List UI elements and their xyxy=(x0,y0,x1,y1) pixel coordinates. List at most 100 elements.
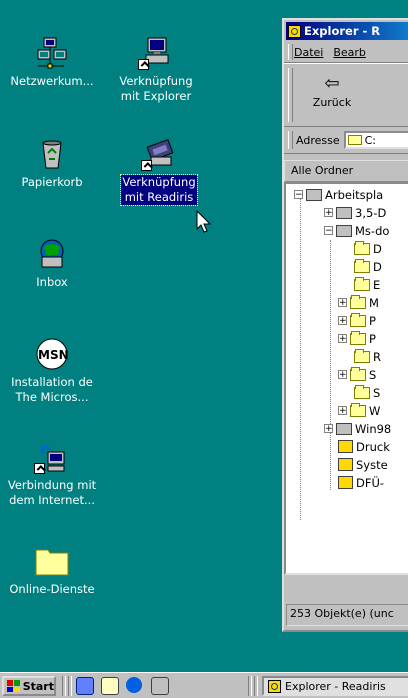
folder-icon xyxy=(347,135,362,145)
desktop-icon-label: Verbindung mit dem Internet... xyxy=(7,478,97,507)
expand-icon[interactable]: + xyxy=(338,334,347,344)
desktop-icon-inbox[interactable]: Inbox xyxy=(0,237,104,290)
expand-icon[interactable]: + xyxy=(338,298,347,308)
tree-item-arbeitsplatz[interactable]: − Arbeitspla xyxy=(294,186,383,203)
desktop-icon-msn-install[interactable]: MSN Installation de The Micros... xyxy=(0,337,104,405)
explorer-window[interactable]: Explorer - R Datei Bearb ⇦ Zurück Adress… xyxy=(282,18,408,632)
address-label: Adresse xyxy=(296,133,340,147)
folder-icon xyxy=(354,276,370,291)
folder-tree[interactable]: − Arbeitspla + 3,5-D − Ms-do D D E + M +… xyxy=(284,182,408,575)
tree-item-folder[interactable]: + P xyxy=(338,312,376,329)
internet-connection-icon: e xyxy=(34,439,70,474)
expand-icon[interactable]: + xyxy=(324,208,333,218)
tree-item-folder[interactable]: + W xyxy=(338,402,380,419)
taskbar-button-label: Explorer - Readiris xyxy=(285,679,386,693)
special-folder-icon xyxy=(350,294,366,309)
inbox-icon xyxy=(34,237,70,271)
desktop-icon-internet-connection[interactable]: e Verbindung mit dem Internet... xyxy=(0,439,104,508)
outlook-express-icon[interactable] xyxy=(76,677,94,695)
folder-icon xyxy=(350,366,366,381)
collapse-icon[interactable]: − xyxy=(294,190,303,200)
shortcut-arrow-icon xyxy=(138,59,149,70)
tree-item-recycled[interactable]: R xyxy=(354,348,381,365)
shortcut-arrow-icon xyxy=(141,160,152,171)
status-bar: 253 Objekt(e) (unc xyxy=(286,604,408,626)
taskbar-separator xyxy=(248,676,252,696)
computer-shortcut-icon xyxy=(138,36,174,70)
svg-text:MSN: MSN xyxy=(38,348,69,362)
folder-icon xyxy=(354,258,370,273)
tree-item-msdos-drive[interactable]: − Ms-do xyxy=(324,222,389,239)
folder-icon xyxy=(354,240,370,255)
menu-grip-handle[interactable] xyxy=(288,44,293,60)
desktop-icon-label: Netzwerkum... xyxy=(10,74,94,88)
computer-icon xyxy=(306,188,322,201)
expand-icon[interactable]: + xyxy=(324,424,333,434)
menu-item-datei[interactable]: Datei xyxy=(294,46,323,59)
menu-bar: Datei Bearb xyxy=(284,42,408,63)
taskbar: Start Explorer - Readiris xyxy=(0,672,408,698)
window-titlebar[interactable]: Explorer - R xyxy=(286,22,408,40)
menu-item-bearbeiten[interactable]: Bearb xyxy=(333,46,366,59)
folder-icon xyxy=(350,312,366,327)
tree-item-dial-up[interactable]: DFÜ- xyxy=(338,474,384,491)
desktop-icon-recycle-bin[interactable]: Papierkorb xyxy=(0,137,104,190)
desktop-icon-label: Verknüpfung mit Readiris xyxy=(120,174,198,206)
tree-item-folder[interactable]: + P xyxy=(338,330,376,347)
tree-item-control-panel[interactable]: Syste xyxy=(338,456,388,473)
tree-item-win98-drive[interactable]: + Win98 xyxy=(324,420,391,437)
channel-icon[interactable] xyxy=(101,677,119,695)
recycled-folder-icon xyxy=(354,348,370,363)
desktop-icon-label: Verknüpfung mit Explorer xyxy=(119,74,193,103)
back-button[interactable]: ⇦ Zurück xyxy=(302,72,362,118)
folder-icon xyxy=(350,330,366,345)
taskbar-button-explorer[interactable]: Explorer - Readiris xyxy=(262,676,408,696)
explorer-app-icon xyxy=(288,24,301,38)
dial-up-networking-icon xyxy=(338,476,353,489)
tree-item-folder[interactable]: E xyxy=(354,276,380,293)
expand-icon[interactable]: + xyxy=(338,370,347,380)
network-neighborhood-icon xyxy=(34,36,70,70)
collapse-icon[interactable]: − xyxy=(324,226,333,236)
expand-icon[interactable]: + xyxy=(338,316,347,326)
tree-item-folder[interactable]: + M xyxy=(338,294,379,311)
hard-drive-icon xyxy=(336,224,352,237)
start-button[interactable]: Start xyxy=(2,676,56,696)
show-desktop-icon[interactable] xyxy=(151,677,169,695)
desktop-icon-label: Installation de The Micros... xyxy=(11,375,93,404)
folder-icon xyxy=(354,384,370,399)
back-arrow-icon: ⇦ xyxy=(324,73,340,94)
recycle-bin-icon xyxy=(34,137,70,171)
address-input[interactable]: C: xyxy=(343,131,408,149)
back-button-label: Zurück xyxy=(312,96,352,109)
msn-logo-icon: MSN xyxy=(34,337,70,371)
folder-icon xyxy=(34,544,70,578)
toolbar: ⇦ Zurück xyxy=(284,63,408,127)
expand-icon[interactable]: + xyxy=(338,406,347,416)
tree-item-folder[interactable]: D xyxy=(354,258,382,275)
desktop-icon-label: Papierkorb xyxy=(21,175,83,189)
cd-drive-icon xyxy=(336,422,352,435)
explorer-app-icon xyxy=(268,679,281,693)
desktop-icon-online-services[interactable]: Online-Dienste xyxy=(0,544,104,597)
desktop-icon-network[interactable]: Netzwerkum... xyxy=(0,36,104,89)
printers-folder-icon xyxy=(338,440,353,453)
desktop-icon-label: Online-Dienste xyxy=(9,582,95,596)
tree-item-folder[interactable]: D xyxy=(354,240,382,257)
scanner-shortcut-icon xyxy=(141,137,177,171)
shortcut-arrow-icon xyxy=(34,463,45,474)
mouse-pointer-icon xyxy=(196,210,212,233)
folders-pane-header: Alle Ordner xyxy=(284,160,408,182)
desktop-icon-explorer-shortcut[interactable]: Verknüpfung mit Explorer xyxy=(104,36,208,104)
address-bar: Adresse C: xyxy=(284,127,408,154)
address-grip-handle[interactable] xyxy=(288,131,293,149)
tree-item-printers[interactable]: Druck xyxy=(338,438,390,455)
tree-item-floppy[interactable]: + 3,5-D xyxy=(324,204,386,221)
taskbar-separator xyxy=(254,676,258,696)
internet-explorer-icon[interactable] xyxy=(126,677,142,693)
tree-item-folder[interactable]: + S xyxy=(338,366,376,383)
toolbar-grip-handle[interactable] xyxy=(288,68,293,122)
desktop-icon-readiris-shortcut[interactable]: Verknüpfung mit Readiris xyxy=(110,137,208,206)
windows-logo-icon xyxy=(7,680,20,692)
tree-item-folder[interactable]: S xyxy=(354,384,380,401)
